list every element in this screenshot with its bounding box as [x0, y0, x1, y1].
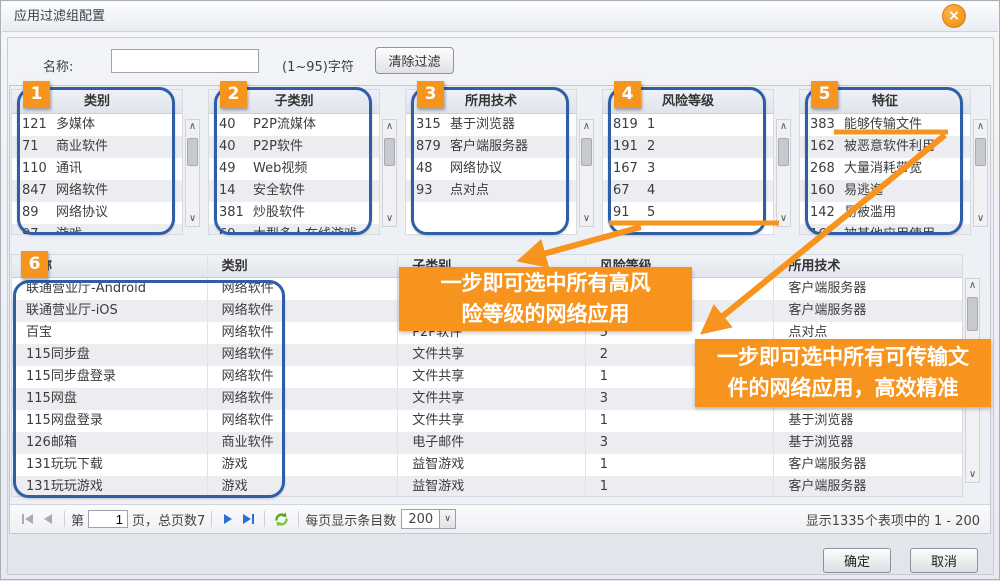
scroll-thumb[interactable] — [187, 138, 198, 166]
list-item[interactable]: 49Web视频 — [209, 158, 379, 180]
callout-risk-selection: 一步即可选中所有高风 险等级的网络应用 — [399, 267, 692, 331]
list-item[interactable]: 160易逃逸 — [800, 180, 970, 202]
table-row[interactable]: 115网盘登录网络软件文件共享1基于浏览器 — [12, 410, 962, 432]
range-text: 显示1335个表项中的 1 - 200 — [806, 510, 990, 529]
list-item[interactable]: 915 — [603, 202, 773, 224]
list-item[interactable]: 1912 — [603, 136, 773, 158]
list-item[interactable]: 14安全软件 — [209, 180, 379, 202]
table-row[interactable]: 126邮箱商业软件电子邮件3基于浏览器 — [12, 432, 962, 454]
table-row[interactable]: 131玩玩游戏游戏益智游戏1客户端服务器 — [12, 476, 962, 497]
list-item[interactable]: 268大量消耗带宽 — [800, 158, 970, 180]
refresh-icon[interactable] — [273, 511, 290, 528]
list-item[interactable]: 383能够传输文件 — [800, 114, 970, 136]
scroll-up-icon[interactable]: ∧ — [969, 279, 976, 293]
clear-filter-button[interactable]: 清除过滤 — [375, 47, 454, 74]
step-badge-3: 3 — [417, 81, 444, 108]
list-item[interactable]: 381炒股软件 — [209, 202, 379, 224]
list-item[interactable]: 97游戏 — [12, 224, 182, 235]
scroll-thumb[interactable] — [384, 138, 395, 166]
column-header-category[interactable]: 类别 — [208, 255, 399, 277]
list-item[interactable]: 89网络协议 — [12, 202, 182, 224]
list-item[interactable]: 315基于浏览器 — [406, 114, 576, 136]
scroll-down-icon[interactable]: ∨ — [583, 212, 590, 226]
filter-list-category: 类别 121多媒体 71商业软件 110通讯 847网络软件 89网络协议 97… — [11, 89, 183, 235]
last-page-icon[interactable] — [239, 511, 257, 527]
table-row[interactable]: 131玩玩下载游戏益智游戏1客户端服务器 — [12, 454, 962, 476]
scroll-up-icon[interactable]: ∧ — [583, 120, 590, 134]
scrollbar[interactable]: ∧∨ — [776, 119, 791, 227]
scrollbar[interactable]: ∧∨ — [382, 119, 397, 227]
per-page-value: 200 — [402, 512, 439, 527]
step-badge-6: 6 — [21, 251, 48, 278]
list-item[interactable]: 40P2P软件 — [209, 136, 379, 158]
list-item[interactable]: 162被恶意软件利用 — [800, 136, 970, 158]
scroll-down-icon[interactable]: ∨ — [386, 212, 393, 226]
dialog-titlebar: 应用过滤组配置 — [2, 2, 998, 32]
list-item[interactable]: 93点对点 — [406, 180, 576, 202]
name-label: 名称: — [43, 56, 73, 75]
page-prefix: 第 — [71, 510, 84, 529]
scroll-thumb[interactable] — [967, 297, 978, 331]
callout-transfer-selection: 一步即可选中所有可传输文 件的网络应用，高效精准 — [695, 339, 991, 407]
scroll-thumb[interactable] — [581, 138, 592, 166]
first-page-icon[interactable] — [19, 511, 37, 527]
page-number-input[interactable] — [88, 510, 128, 528]
name-hint: (1~95)字符 — [282, 56, 354, 75]
scroll-up-icon[interactable]: ∧ — [386, 120, 393, 134]
pagination-bar: 第 页，总页数7 每页显示条目数 200 ∨ 显示1335个表项中的 1 - 2… — [10, 504, 990, 533]
prev-page-icon[interactable] — [39, 511, 57, 527]
list-item[interactable]: 142易被滥用 — [800, 202, 970, 224]
chevron-down-icon: ∨ — [439, 510, 455, 528]
list-item[interactable]: 674 — [603, 180, 773, 202]
step-badge-4: 4 — [614, 81, 641, 108]
scroll-down-icon[interactable]: ∨ — [780, 212, 787, 226]
scroll-down-icon[interactable]: ∨ — [189, 212, 196, 226]
filter-group-dialog: 应用过滤组配置 × 名称: (1~95)字符 清除过滤 类别 121多媒体 71… — [0, 0, 1000, 580]
list-item[interactable]: 110通讯 — [12, 158, 182, 180]
filter-list-risk-level: 风险等级 8191 1912 1673 674 915 — [602, 89, 774, 235]
dialog-title: 应用过滤组配置 — [14, 9, 105, 24]
scrollbar[interactable]: ∧∨ — [973, 119, 988, 227]
list-item[interactable]: 847网络软件 — [12, 180, 182, 202]
list-item[interactable]: 71商业软件 — [12, 136, 182, 158]
per-page-select[interactable]: 200 ∨ — [401, 509, 456, 529]
close-icon[interactable]: × — [942, 4, 966, 28]
scroll-down-icon[interactable]: ∨ — [977, 212, 984, 226]
list-item[interactable]: 48网络协议 — [406, 158, 576, 180]
scrollbar[interactable]: ∧∨ — [579, 119, 594, 227]
scroll-up-icon[interactable]: ∧ — [977, 120, 984, 134]
per-page-label: 每页显示条目数 — [305, 510, 396, 529]
list-item[interactable]: 879客户端服务器 — [406, 136, 576, 158]
list-item[interactable]: 121多媒体 — [12, 114, 182, 136]
step-badge-5: 5 — [811, 81, 838, 108]
list-item[interactable]: 69大型多人在线游戏 — [209, 224, 379, 235]
list-item[interactable]: 40P2P流媒体 — [209, 114, 379, 136]
scroll-up-icon[interactable]: ∧ — [189, 120, 196, 134]
filter-list-technology: 所用技术 315基于浏览器 879客户端服务器 48网络协议 93点对点 — [405, 89, 577, 235]
column-header-technology[interactable]: 所用技术 — [774, 255, 962, 277]
list-item[interactable]: 161被其他应用使用 — [800, 224, 970, 235]
cancel-button[interactable]: 取消 — [910, 548, 978, 573]
step-badge-1: 1 — [23, 81, 50, 108]
filter-list-subcategory: 子类别 40P2P流媒体 40P2P软件 49Web视频 14安全软件 381炒… — [208, 89, 380, 235]
list-item[interactable]: 1673 — [603, 158, 773, 180]
next-page-icon[interactable] — [219, 511, 237, 527]
scrollbar[interactable]: ∧∨ — [185, 119, 200, 227]
page-suffix: 页，总页数7 — [132, 510, 205, 529]
scroll-up-icon[interactable]: ∧ — [780, 120, 787, 134]
step-badge-2: 2 — [220, 81, 247, 108]
scroll-thumb[interactable] — [778, 138, 789, 166]
name-input[interactable] — [111, 49, 259, 73]
filter-list-characteristic: 特征 383能够传输文件 162被恶意软件利用 268大量消耗带宽 160易逃逸… — [799, 89, 971, 235]
scroll-thumb[interactable] — [975, 138, 986, 166]
list-item[interactable]: 8191 — [603, 114, 773, 136]
scroll-down-icon[interactable]: ∨ — [969, 468, 976, 482]
ok-button[interactable]: 确定 — [823, 548, 891, 573]
